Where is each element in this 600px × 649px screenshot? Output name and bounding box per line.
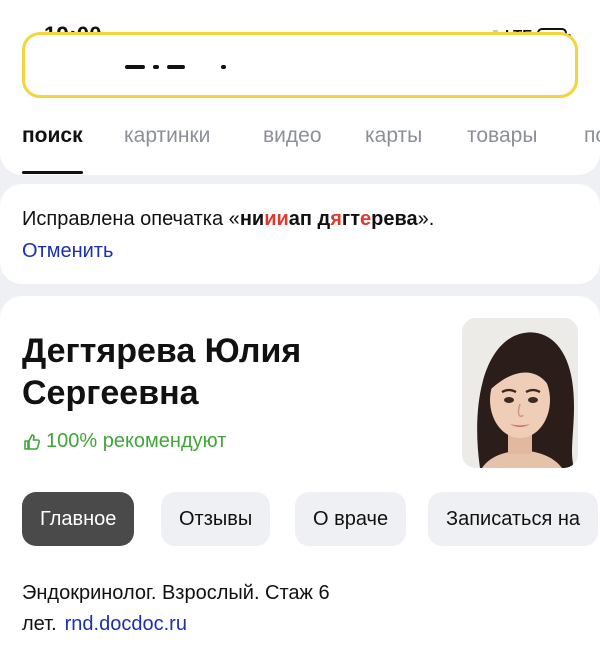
query-part: ни — [239, 208, 265, 230]
recommend-text: 100% рекомендуют — [46, 430, 227, 452]
doctor-name-line1: Дегтярева Юлия — [22, 332, 302, 370]
search-input[interactable] — [22, 32, 578, 98]
typo-correction-card: Исправлена опечатка «ниииап дягтерева». … — [0, 184, 600, 284]
doctor-section-tabs: Главное Отзывы О враче Записаться на — [0, 492, 600, 546]
doctor-name: Дегтярева Юлия Сергеевна — [22, 330, 442, 414]
search-header: поиск картинки видео карты товары по — [0, 32, 600, 175]
pill-main[interactable]: Главное — [22, 492, 135, 546]
undo-correction-link[interactable]: Отменить — [22, 240, 113, 263]
source-site-link[interactable]: rnd.docdoc.ru — [65, 613, 187, 635]
recommend-badge: 100% рекомендуют — [22, 430, 226, 453]
doctor-name-line2: Сергеевна — [22, 374, 199, 412]
query-part: гт — [341, 208, 361, 230]
pill-reviews[interactable]: Отзывы — [161, 492, 271, 546]
query-part-fixed: е — [360, 208, 372, 230]
tab-products[interactable]: товары — [467, 122, 537, 174]
tab-video[interactable]: видео — [263, 122, 322, 174]
search-tabs: поиск картинки видео карты товары по — [0, 122, 600, 174]
tab-maps[interactable]: карты — [365, 122, 422, 174]
correction-suffix: ». — [417, 208, 435, 230]
query-part-fixed: ии — [264, 208, 289, 230]
doctor-card: Дегтярева Юлия Сергеевна 100% рекомендую… — [0, 296, 600, 649]
correction-text: Исправлена опечатка «ниииап дягтерева». — [22, 208, 434, 231]
pill-about-doctor[interactable]: О враче — [295, 492, 407, 546]
correction-prefix: Исправлена опечатка « — [22, 208, 240, 230]
search-text-fragment — [125, 65, 235, 71]
tab-more[interactable]: по — [584, 122, 600, 174]
query-part: ап д — [288, 208, 331, 230]
thumbs-up-icon — [24, 433, 41, 450]
doctor-portrait — [462, 318, 578, 468]
doctor-description: Эндокринолог. Взрослый. Стаж 6 лет. rnd.d… — [22, 578, 422, 640]
doctor-photo[interactable] — [462, 318, 578, 468]
tab-images[interactable]: картинки — [124, 122, 210, 174]
corrected-query: ниииап дягтерева — [240, 208, 418, 230]
tab-search[interactable]: поиск — [22, 122, 83, 174]
screen: 19:00 LTE поиск картинки видео карты тов… — [0, 0, 600, 649]
query-part-fixed: я — [330, 208, 342, 230]
pill-book-appointment[interactable]: Записаться на — [428, 492, 599, 546]
query-part: рева — [371, 208, 418, 230]
